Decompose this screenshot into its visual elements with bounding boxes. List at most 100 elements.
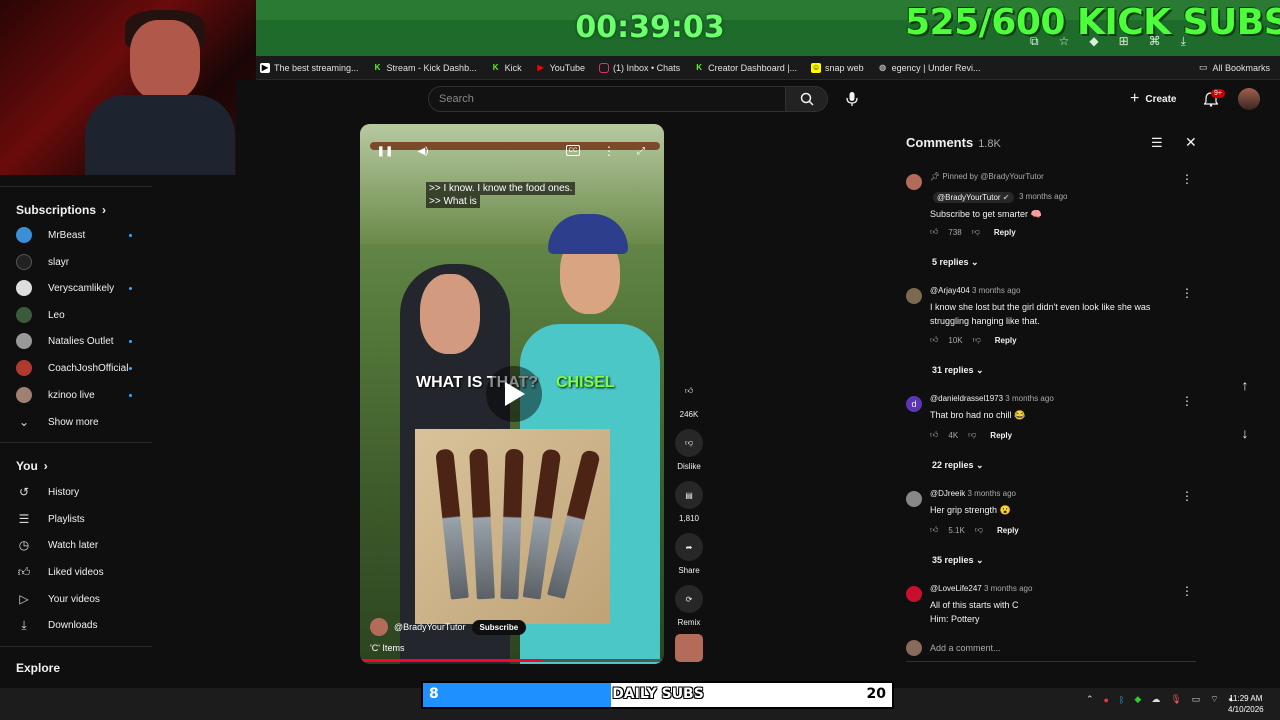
comment-author[interactable]: @DJreeik: [930, 489, 965, 498]
comments-button[interactable]: ▤ 1,810: [674, 481, 704, 523]
shorts-video-player[interactable]: ❚❚ ◀) CC ⋮ ⤢ >> I know. I know the food …: [360, 124, 664, 664]
sidebar-item-watch-later[interactable]: ◷ Watch later: [16, 534, 216, 556]
sidebar-item-history[interactable]: ↺ History: [16, 481, 216, 503]
bookmark[interactable]: (1) Inbox • Chats: [598, 62, 680, 73]
voice-search-button[interactable]: [838, 86, 866, 112]
more-options-button[interactable]: ⋮: [600, 142, 618, 160]
star-icon[interactable]: ☆: [1059, 34, 1070, 50]
chevron-up-icon[interactable]: ⌃: [1086, 694, 1094, 705]
puzzle-icon[interactable]: ⊞: [1119, 34, 1129, 50]
sidebar-item-natalies-outlet[interactable]: Natalies Outlet: [16, 330, 216, 352]
comment-avatar[interactable]: [906, 288, 922, 304]
sort-button[interactable]: ☰: [1151, 135, 1163, 151]
bookmark[interactable]: K Creator Dashboard |...: [694, 63, 797, 73]
search-button[interactable]: [786, 86, 828, 112]
thumbs-up-icon[interactable]: 👍︎: [930, 227, 938, 237]
show-more-button[interactable]: ⌄ Show more: [16, 411, 216, 433]
video-title[interactable]: 'C' Items: [370, 643, 404, 653]
bookmark[interactable]: ▶ The best streaming...: [260, 62, 359, 73]
thumbs-up-icon[interactable]: 👍︎: [930, 525, 938, 535]
more-vertical-icon[interactable]: ⋮: [1181, 286, 1193, 300]
extension-icon[interactable]: ◆: [1089, 34, 1098, 50]
play-button[interactable]: [486, 366, 542, 422]
thumbs-down-icon[interactable]: 👎︎: [972, 227, 980, 237]
all-bookmarks[interactable]: ▭ All Bookmarks: [1199, 62, 1270, 73]
thumbs-up-icon[interactable]: 👍︎: [930, 335, 938, 345]
display-icon[interactable]: ▭: [1192, 694, 1201, 705]
microphone-icon[interactable]: 🎙︎: [1170, 694, 1181, 705]
bookmark[interactable]: ☺ snap web: [811, 62, 864, 73]
channel-avatar-button[interactable]: [674, 634, 704, 667]
close-comments-button[interactable]: ✕: [1185, 134, 1197, 151]
more-vertical-icon[interactable]: ⋮: [1181, 489, 1193, 503]
sidebar-item-playlists[interactable]: ☰ Playlists: [16, 508, 216, 530]
sidebar-item-downloads[interactable]: ⤓ Downloads: [16, 614, 216, 636]
channel-avatar[interactable]: [370, 618, 388, 636]
more-vertical-icon[interactable]: ⋮: [1181, 172, 1193, 186]
thumbs-down-icon[interactable]: 👎︎: [975, 525, 983, 535]
download-icon[interactable]: ⤓: [1181, 34, 1186, 50]
sidebar-item-kzinoo-live[interactable]: kzinoo live: [16, 384, 216, 406]
bookmark[interactable]: ▶ YouTube: [536, 63, 585, 73]
comment-avatar[interactable]: [906, 586, 922, 602]
share-button[interactable]: ➦ Share: [674, 533, 704, 575]
add-comment-row[interactable]: Add a comment...: [906, 640, 1196, 662]
comment-avatar[interactable]: [906, 491, 922, 507]
create-button[interactable]: + Create: [1130, 86, 1188, 112]
you-heading[interactable]: You ›: [16, 459, 48, 473]
volume-button[interactable]: ◀): [414, 142, 432, 160]
replies-toggle[interactable]: 31 replies ⌄: [932, 365, 984, 376]
dislike-button[interactable]: 👎︎ Dislike: [674, 429, 704, 471]
comment-author[interactable]: @Arjay404: [930, 286, 970, 295]
bookmark[interactable]: K Kick: [491, 63, 522, 73]
pause-button[interactable]: ❚❚: [376, 142, 394, 160]
replies-toggle[interactable]: 22 replies ⌄: [932, 460, 984, 471]
reply-button[interactable]: Reply: [994, 228, 1016, 237]
onedrive-icon[interactable]: ☁: [1151, 694, 1160, 705]
bookmark[interactable]: K Stream - Kick Dashb...: [373, 63, 477, 73]
comment-avatar[interactable]: [906, 174, 922, 190]
subscribe-button[interactable]: Subscribe: [471, 619, 527, 635]
more-vertical-icon[interactable]: ⋮: [1181, 584, 1193, 598]
sidebar-item-leo[interactable]: Leo: [16, 304, 216, 326]
thumbs-down-icon[interactable]: 👎︎: [973, 335, 981, 345]
sidebar-item-veryscamlikely[interactable]: Veryscamlikely: [16, 277, 216, 299]
remix-button[interactable]: ⟳ Remix: [674, 585, 704, 627]
sidebar-item-your-videos[interactable]: ▷ Your videos: [16, 588, 216, 610]
replies-toggle[interactable]: 35 replies ⌄: [932, 555, 984, 566]
antivirus-icon[interactable]: ●: [1104, 695, 1109, 705]
add-comment-input[interactable]: Add a comment...: [930, 643, 1001, 653]
sidebar-item-liked-videos[interactable]: 👍︎ Liked videos: [16, 561, 216, 583]
previous-video-button[interactable]: ↑: [1236, 376, 1254, 394]
replies-toggle[interactable]: 5 replies ⌄: [932, 257, 979, 268]
captions-button[interactable]: CC: [566, 145, 580, 156]
wifi-icon[interactable]: ⌔: [1210, 694, 1218, 705]
shield-icon[interactable]: ◆: [1134, 694, 1141, 705]
fullscreen-button[interactable]: ⤢: [632, 142, 650, 160]
sidebar-item-slayr[interactable]: slayr: [16, 251, 216, 273]
cast-icon[interactable]: ⧉: [1030, 34, 1039, 50]
reply-button[interactable]: Reply: [997, 526, 1019, 535]
next-video-button[interactable]: ↓: [1236, 424, 1254, 442]
reply-button[interactable]: Reply: [990, 431, 1012, 440]
comment-avatar[interactable]: d: [906, 396, 922, 412]
channel-name[interactable]: @BradyYourTutor: [394, 622, 466, 632]
comment-author[interactable]: @BradyYourTutor: [937, 193, 1001, 202]
like-button[interactable]: 👍︎ 246K: [674, 377, 704, 419]
translate-icon[interactable]: ⌘: [1149, 34, 1161, 50]
bookmark[interactable]: ◍ egency | Under Revi...: [878, 63, 980, 73]
sidebar-item-coachjoshofficial[interactable]: CoachJoshOfficial: [16, 357, 216, 379]
video-progress-bar[interactable]: [360, 659, 664, 662]
search-input[interactable]: Search: [428, 86, 786, 112]
comment-author[interactable]: @danieldrassel1973: [930, 394, 1003, 403]
comment-author[interactable]: @LoveLife247: [930, 584, 982, 593]
subscriptions-heading[interactable]: Subscriptions ›: [16, 203, 106, 217]
bluetooth-icon[interactable]: ᛒ: [1119, 695, 1124, 705]
system-clock[interactable]: 11:29 AM 4/10/2026: [1228, 693, 1264, 715]
thumbs-down-icon[interactable]: 👎︎: [968, 430, 976, 440]
more-vertical-icon[interactable]: ⋮: [1181, 394, 1193, 408]
sidebar-item-mrbeast[interactable]: MrBeast: [16, 224, 216, 246]
thumbs-up-icon[interactable]: 👍︎: [930, 430, 938, 440]
reply-button[interactable]: Reply: [995, 336, 1017, 345]
user-avatar[interactable]: [1238, 88, 1260, 110]
